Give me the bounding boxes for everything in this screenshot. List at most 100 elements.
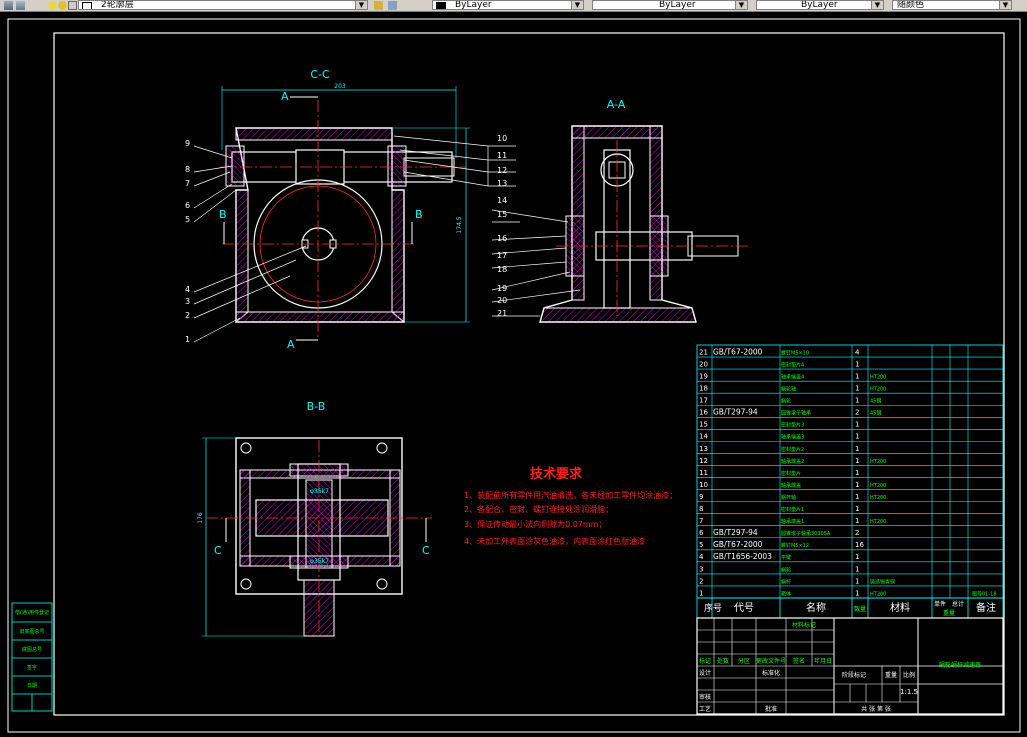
- table-row: 5 GB/T67-2000 螺钉M5×12 16: [699, 540, 864, 549]
- tb-stage: 阶段标记: [842, 671, 866, 679]
- bom-cell-qty: 2: [855, 409, 859, 417]
- tb-drawing-title: 蜗轮蜗杆减速器: [939, 661, 981, 669]
- bom-cell-code: GB/T1656-2003: [713, 552, 772, 561]
- cc-section-mark-left: B: [219, 208, 227, 221]
- layer-freeze-icon[interactable]: [58, 1, 67, 10]
- layer-on-icon[interactable]: [48, 1, 57, 10]
- bom-cell-qty: 1: [855, 481, 859, 489]
- tb-label-date: 年月日: [814, 657, 832, 665]
- left-strip-cell-1: 借(通)用件登记: [15, 609, 49, 616]
- bom-cell-material: 铸造锡青铜: [870, 578, 895, 585]
- table-row: 10 轴承端盖 1 HT200: [699, 481, 886, 489]
- svg-text:5: 5: [185, 215, 190, 224]
- cc-dim-width: 203: [334, 83, 346, 90]
- layer-dropdown[interactable]: 2轮廓层 ▼: [78, 0, 368, 10]
- bom-header-no: 序号: [704, 602, 722, 614]
- cc-leader-labels-right: 10 11 12 13: [497, 134, 507, 188]
- drawing-canvas[interactable]: C-C A A B B 203 174.5 9 8 7 6 5 4 3 2 1 …: [0, 12, 1027, 737]
- bb-fit-top: φ35k7: [310, 488, 329, 495]
- bom-cell-no: 8: [699, 505, 703, 513]
- bom-cell-no: 11: [699, 469, 708, 477]
- bom-cell-no: 10: [699, 481, 708, 489]
- tb-label-mark: 标记: [699, 657, 711, 665]
- bom-cell-qty: 1: [855, 445, 859, 453]
- cc-section-mark-top: A: [281, 90, 289, 103]
- chevron-down-icon: ▼: [999, 1, 1011, 9]
- bom-cell-material: HT200: [870, 387, 886, 393]
- svg-text:11: 11: [497, 151, 507, 160]
- cc-housing-hatch-bottom: [235, 311, 405, 323]
- cc-leader-labels-left: 9 8 7 6 5 4 3 2 1: [185, 139, 190, 344]
- bom-cell-qty: 1: [855, 493, 859, 501]
- cc-housing-hatch-right: [391, 189, 405, 324]
- bom-cell-qty: 1: [855, 372, 859, 380]
- bom-cell-material: HT200: [870, 519, 886, 525]
- bom-header-weight: 重量: [943, 609, 955, 617]
- bom-cell-name: 轴承端盖1: [781, 518, 804, 525]
- layer-state-icon[interactable]: [16, 1, 25, 10]
- bb-bolt-hole-bl: [240, 578, 252, 590]
- layer-manager-icon[interactable]: [4, 1, 13, 10]
- bom-cell-name: 密封垫片1: [781, 506, 804, 513]
- table-row: 16 GB/T297-94 圆锥滚子轴承 2 45钢: [699, 408, 881, 417]
- cc-dim-height: 174.5: [456, 216, 463, 233]
- chevron-down-icon: ▼: [355, 1, 367, 9]
- bom-header-row: 序号 代号 名称 数量 材料 单件 总计 重量 备注: [696, 597, 1004, 619]
- bom-cell-name: 蜗轮: [781, 398, 791, 405]
- tech-line-1: 1、装配前所有零件用汽油清洗，各未经加工零件均涂油漆；: [464, 490, 677, 500]
- tech-line-4: 4、未加工外表面涂灰色油漆，内表面涂红色耐油漆: [464, 536, 645, 546]
- bom-cell-qty: 1: [855, 421, 859, 429]
- bom-cell-no: 3: [699, 565, 703, 573]
- bom-cell-no: 2: [699, 577, 703, 585]
- plotstyle-dropdown[interactable]: 随颜色 ▼: [892, 0, 1012, 10]
- bom-cell-no: 9: [699, 493, 703, 501]
- bom-cell-no: 19: [699, 372, 708, 380]
- bom-cell-material: HT200: [870, 591, 886, 597]
- left-strip-table: 借(通)用件登记 旧底图总号 底图总号 签字 日期: [11, 602, 53, 712]
- bom-header-name: 名称: [806, 601, 826, 614]
- color-dropdown[interactable]: ByLayer ▼: [432, 0, 584, 10]
- bom-cell-code: GB/T67-2000: [713, 540, 763, 549]
- table-row: 11 密封垫片 1: [699, 469, 859, 477]
- bom-cell-qty: 1: [855, 577, 859, 585]
- layer-lock-icon[interactable]: [68, 1, 77, 10]
- bb-bolt-hole-tr: [376, 442, 388, 454]
- table-row: 6 GB/T297-94 圆锥滚子轴承30305A 2: [699, 528, 859, 537]
- bom-cell-name: 轴承端盖4: [781, 373, 804, 380]
- bom-cell-qty: 2: [855, 529, 859, 537]
- lineweight-dropdown[interactable]: ByLayer ▼: [756, 0, 884, 10]
- svg-text:7: 7: [185, 179, 190, 188]
- view-aa-title: A-A: [607, 98, 626, 111]
- bom-header-total: 总计: [952, 600, 964, 608]
- bom-cell-code: GB/T297-94: [713, 528, 758, 537]
- bom-cell-name: 圆锥滚子轴承: [781, 410, 811, 417]
- cc-section-mark-right: B: [415, 208, 423, 221]
- view-cc: C-C A A B B 203 174.5 9 8 7 6 5 4 3 2 1 …: [185, 68, 516, 351]
- layer-previous-icon[interactable]: [388, 1, 397, 10]
- plotstyle-dropdown-value: 随颜色: [897, 0, 925, 10]
- tech-line-3: 3、保证传动最小法向侧隙为0.07mm；: [464, 519, 607, 529]
- bom-cell-name: 螺钉M5×10: [781, 349, 809, 356]
- bom-cell-no: 18: [699, 385, 708, 393]
- view-aa: A-A 14 15 16 17 18 19 20 21: [491, 98, 748, 323]
- table-row: 20 密封垫片4 1: [699, 360, 859, 368]
- tb-material-label: 材料标记: [792, 621, 816, 629]
- bom-header-code: 代号: [734, 602, 754, 614]
- linetype-dropdown[interactable]: ByLayer ▼: [592, 0, 748, 10]
- table-row: 2 蜗杆 1 铸造锡青铜: [699, 577, 895, 585]
- svg-text:16: 16: [497, 234, 507, 243]
- tb-review: 审核: [699, 693, 711, 701]
- bom-header-unit: 单件: [934, 600, 946, 608]
- aa-base-hatch: [539, 307, 697, 323]
- bb-section-mark-left: C: [214, 544, 222, 557]
- svg-text:17: 17: [497, 251, 507, 260]
- make-current-layer-icon[interactable]: [374, 1, 383, 10]
- svg-text:3: 3: [185, 297, 190, 306]
- tb-ratio: 比例: [903, 671, 915, 679]
- bom-cell-qty: 1: [855, 589, 859, 597]
- bb-bolt-hole-tl: [240, 442, 252, 454]
- bom-cell-material: HT200: [870, 459, 886, 465]
- bom-cell-qty: 1: [855, 553, 859, 561]
- table-row: 12 轴承端盖2 1 HT200: [699, 457, 886, 465]
- bom-cell-name: 轴承端盖3: [781, 434, 804, 441]
